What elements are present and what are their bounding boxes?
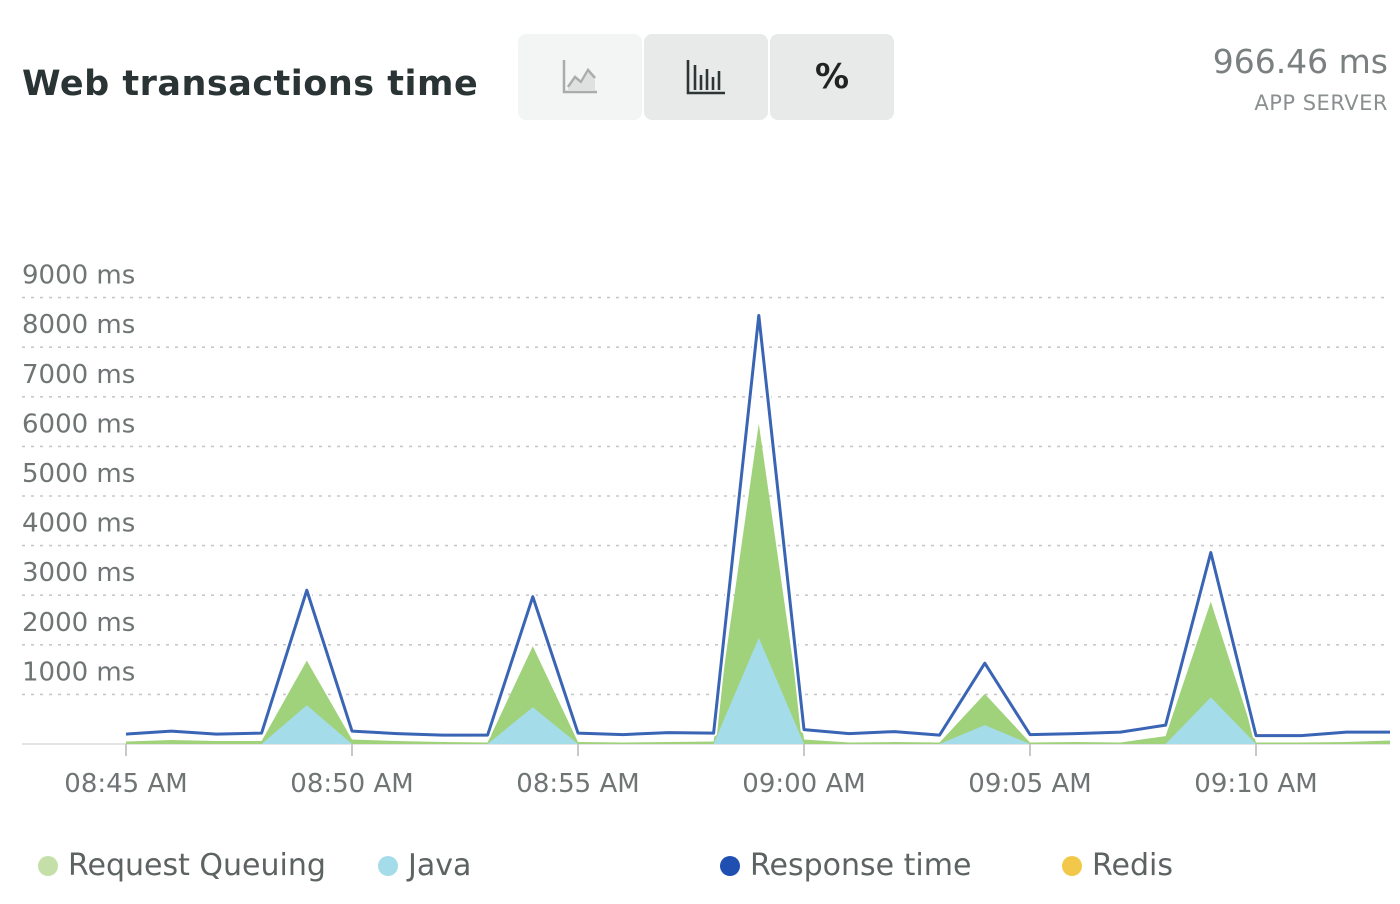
web-transactions-chart: 1000 ms 2000 ms 3000 ms 4000 ms 5000 ms 6000 … [22,261,1390,799]
x-tick-label: 08:45 AM [64,769,187,799]
legend-label: Request Queuing [68,848,326,883]
y-tick-label: 6000 ms [22,409,135,439]
x-tick-label: 09:00 AM [742,769,865,799]
legend-item-redis[interactable]: Redis [1062,848,1173,883]
x-tick-label: 09:10 AM [1194,769,1317,799]
y-tick-label: 9000 ms [22,261,135,291]
y-tick-label: 8000 ms [22,310,135,340]
legend-label: Java [408,848,472,883]
chart-legend: Request Queuing Java Response time Redis [0,848,1400,892]
y-tick-label: 1000 ms [22,657,135,687]
y-tick-label: 7000 ms [22,360,135,390]
legend-item-java[interactable]: Java [378,848,471,883]
legend-label: Redis [1092,848,1173,883]
x-tick-label: 09:05 AM [968,769,1091,799]
y-tick-label: 5000 ms [22,459,135,489]
y-tick-label: 4000 ms [22,509,135,539]
y-tick-label: 3000 ms [22,558,135,588]
y-tick-label: 2000 ms [22,608,135,638]
x-tick-label: 08:55 AM [516,769,639,799]
legend-item-response-time[interactable]: Response time [720,848,971,883]
legend-dot [38,855,58,876]
legend-dot [378,855,398,876]
x-tick-label: 08:50 AM [290,769,413,799]
legend-label: Response time [750,848,972,883]
legend-dot [720,855,740,876]
legend-dot [1062,855,1082,876]
legend-item-request-queuing[interactable]: Request Queuing [38,848,326,883]
